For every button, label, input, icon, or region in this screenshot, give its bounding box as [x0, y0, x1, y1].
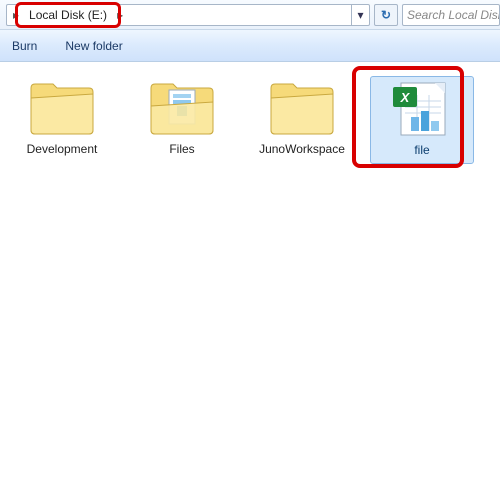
- excel-file-icon: X: [387, 81, 457, 137]
- svg-text:X: X: [400, 90, 411, 105]
- folder-icon: [27, 80, 97, 136]
- toolbar: Burn New folder: [0, 30, 500, 62]
- refresh-icon: ↻: [381, 8, 391, 22]
- breadcrumb-location[interactable]: Local Disk (E:): [25, 5, 111, 25]
- refresh-button[interactable]: ↻: [374, 4, 398, 26]
- address-bar-row: ▸ Local Disk (E:) ▸ ▾ ↻ Search Local Dis…: [0, 0, 500, 30]
- breadcrumb-left-arrow[interactable]: ▸: [7, 5, 25, 25]
- item-label: Development: [27, 142, 98, 156]
- item-label: JunoWorkspace: [259, 142, 345, 156]
- search-placeholder: Search Local Disk (E:): [407, 8, 500, 22]
- toolbar-new-folder[interactable]: New folder: [65, 39, 122, 53]
- folder-icon: [147, 80, 217, 136]
- search-input[interactable]: Search Local Disk (E:): [402, 4, 500, 26]
- breadcrumb[interactable]: ▸ Local Disk (E:) ▸ ▾: [6, 4, 370, 26]
- toolbar-burn[interactable]: Burn: [12, 39, 37, 53]
- file-item-excel[interactable]: X file: [370, 76, 474, 164]
- folder-icon: [267, 80, 337, 136]
- item-label: Files: [169, 142, 194, 156]
- item-label: file: [414, 143, 429, 157]
- folder-item-junoworkspace[interactable]: JunoWorkspace: [250, 76, 354, 162]
- address-history-dropdown[interactable]: ▾: [351, 5, 369, 25]
- breadcrumb-right-arrow[interactable]: ▸: [111, 5, 129, 25]
- folder-contents: Development Files JunoWorkspace: [0, 62, 500, 178]
- folder-item-files[interactable]: Files: [130, 76, 234, 162]
- folder-item-development[interactable]: Development: [10, 76, 114, 162]
